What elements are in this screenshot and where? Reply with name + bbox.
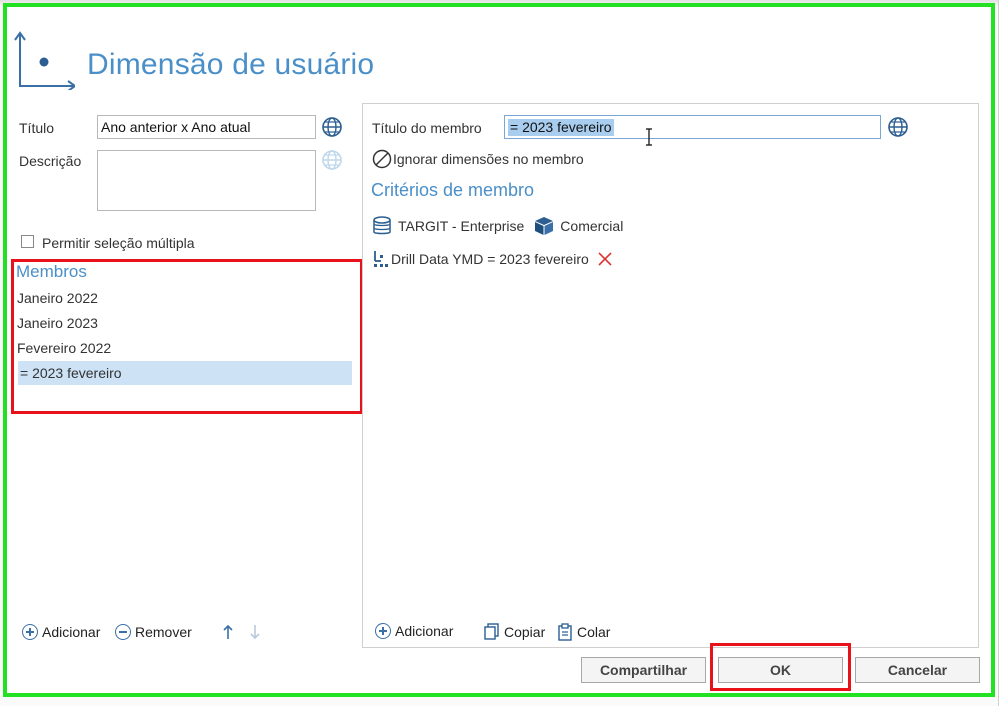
multi-select-checkbox[interactable] [21, 235, 34, 248]
description-textarea[interactable] [97, 150, 316, 211]
ignore-dimensions-toggle[interactable]: Ignorar dimensões no membro [372, 149, 584, 169]
share-button[interactable]: Compartilhar [581, 657, 706, 683]
add-criterion-circle-icon [375, 623, 391, 639]
globe-icon[interactable] [321, 116, 343, 138]
member-title-selected-text: = 2023 fevereiro [508, 119, 614, 136]
move-down-icon[interactable] [249, 624, 261, 640]
member-item[interactable]: Fevereiro 2022 [15, 336, 349, 360]
member-item[interactable]: Janeiro 2023 [15, 311, 349, 335]
ignore-dimensions-label: Ignorar dimensões no membro [393, 151, 584, 167]
member-title-label: Título do membro [372, 120, 482, 136]
copy-button[interactable]: Copiar [484, 623, 545, 641]
ignore-circle-slash-icon [372, 149, 392, 169]
hierarchy-icon [374, 251, 388, 267]
remove-member-label: Remover [135, 624, 192, 640]
description-label: Descrição [19, 153, 82, 169]
remove-circle-icon [115, 624, 131, 640]
move-up-icon[interactable] [222, 624, 234, 640]
paste-clipboard-icon [558, 623, 572, 641]
member-item[interactable]: Janeiro 2022 [15, 286, 349, 310]
cancel-button[interactable]: Cancelar [855, 657, 980, 683]
ok-button[interactable]: OK [718, 657, 843, 683]
background-right-edge [998, 0, 1007, 706]
copy-icon [484, 623, 499, 640]
add-criterion-label: Adicionar [395, 623, 454, 639]
globe-icon-disabled [322, 150, 342, 170]
dialog-title: Dimensão de usuário [87, 48, 375, 81]
member-globe-icon[interactable] [887, 116, 909, 138]
cube-icon [535, 217, 554, 235]
source-database-name: TARGIT - Enterprise [398, 218, 525, 234]
delete-criterion-icon[interactable] [597, 251, 613, 267]
add-circle-icon [22, 624, 38, 640]
multi-select-label: Permitir seleção múltipla [42, 235, 195, 251]
criterion-text: Drill Data YMD = 2023 fevereiro [391, 251, 589, 267]
title-label: Título [19, 120, 55, 136]
copy-label: Copiar [504, 624, 546, 640]
add-criterion-button[interactable]: Adicionar [375, 623, 453, 639]
member-title-input[interactable]: = 2023 fevereiro [504, 115, 881, 139]
criterion-row[interactable]: Drill Data YMD = 2023 fevereiro [372, 249, 613, 269]
text-cursor-icon [646, 128, 652, 146]
database-icon [373, 216, 391, 235]
title-input[interactable]: Ano anterior x Ano atual [97, 115, 316, 139]
members-heading: Membros [16, 262, 87, 281]
member-item-selected[interactable]: = 2023 fevereiro [18, 361, 352, 385]
remove-member-button[interactable]: Remover [115, 624, 192, 640]
add-member-button[interactable]: Adicionar [22, 624, 100, 640]
axis-chart-icon [14, 31, 75, 90]
paste-label: Colar [577, 624, 611, 640]
criteria-heading: Critérios de membro [371, 180, 535, 200]
paste-button[interactable]: Colar [557, 623, 610, 641]
criteria-source-row: TARGIT - Enterprise Comercial [372, 216, 623, 236]
add-member-label: Adicionar [42, 624, 101, 640]
source-cube-name: Comercial [560, 218, 624, 234]
